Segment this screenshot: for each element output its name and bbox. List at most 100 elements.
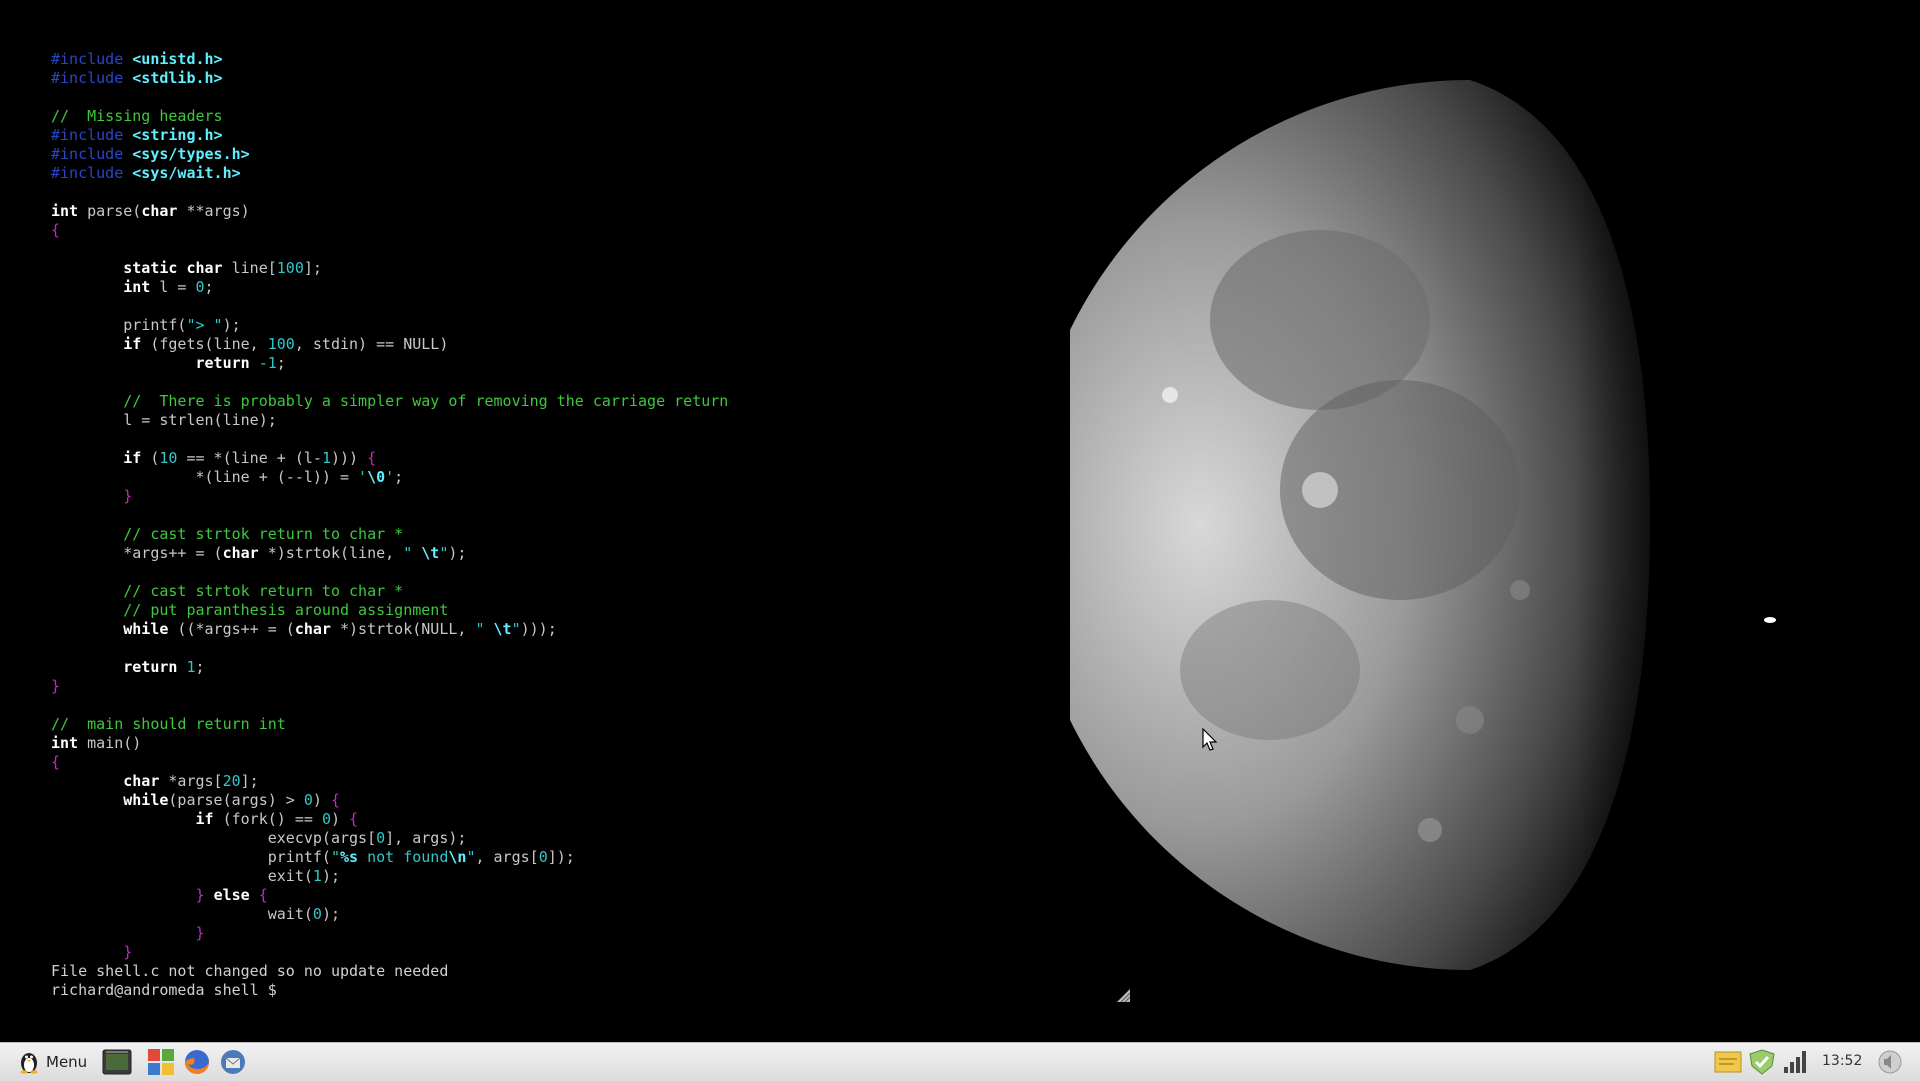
code-token: 1 (312, 867, 322, 885)
code-token: #include (51, 69, 133, 87)
terminal-line: // Missing headers (51, 107, 1051, 126)
menu-button[interactable]: Menu (18, 1048, 87, 1076)
update-manager-icon[interactable] (1748, 1049, 1776, 1075)
code-token: ); (222, 316, 241, 334)
terminal-line: printf("> "); (51, 316, 1051, 335)
code-token: { (51, 753, 61, 771)
terminal-line: if (fgets(line, 100, stdin) == NULL) (51, 335, 1051, 354)
code-token: ; (204, 278, 214, 296)
terminal-window[interactable]: #include <unistd.h> #include <stdlib.h>//… (51, 50, 1051, 1000)
desktop: #include <unistd.h> #include <stdlib.h>//… (0, 0, 1920, 1042)
code-token: l = (150, 278, 196, 296)
code-token: "> " (186, 316, 223, 334)
code-token: *args[ (159, 772, 223, 790)
terminal-line: *(line + (--l)) = '\0'; (51, 468, 1051, 487)
code-token: else (213, 886, 250, 904)
code-token: *)strtok(NULL, (330, 620, 476, 638)
penguin-icon (20, 1053, 38, 1074)
code-token: #include (51, 145, 133, 163)
code-token: 100 (267, 335, 295, 353)
terminal-line: #include <sys/wait.h> (51, 164, 1051, 183)
code-token: { (258, 886, 268, 904)
code-token: 1 (186, 658, 196, 676)
code-token: char (141, 202, 178, 220)
code-token: { (349, 810, 359, 828)
code-token: if (123, 335, 142, 353)
menu-label: Menu (46, 1053, 88, 1071)
code-token: } (123, 487, 133, 505)
network-signal-icon[interactable] (1782, 1049, 1810, 1075)
code-token: int (123, 278, 151, 296)
terminal-line: if (fork() == 0) { (51, 810, 1051, 829)
code-token: // put paranthesis around assignment (123, 601, 449, 619)
code-token: <sys/wait.h> (132, 164, 241, 182)
terminal-line: } (51, 924, 1051, 943)
code-token: int (51, 202, 79, 220)
code-token: \n (448, 848, 467, 866)
code-token: \t (493, 620, 512, 638)
code-token: wait( (51, 905, 313, 923)
terminal-line: if (10 == *(line + (l-1))) { (51, 449, 1051, 468)
code-token: ; (195, 658, 205, 676)
code-token: #include (51, 164, 133, 182)
code-token: 0 (195, 278, 205, 296)
terminal-line: // There is probably a simpler way of re… (51, 392, 1051, 411)
software-manager-icon[interactable] (146, 1048, 176, 1076)
terminal-icon[interactable] (102, 1048, 132, 1076)
code-token: 20 (222, 772, 241, 790)
sound-icon[interactable] (1876, 1049, 1904, 1075)
code-token: // main should return int (51, 715, 286, 733)
code-token: File shell.c not changed so no update ne… (51, 962, 449, 980)
firefox-icon[interactable] (182, 1048, 212, 1076)
code-token: , args[ (475, 848, 539, 866)
code-token: #include (51, 50, 133, 68)
code-token: ); (321, 867, 340, 885)
code-token: char (222, 544, 259, 562)
terminal-line: wait(0); (51, 905, 1051, 924)
clock[interactable]: 13:52 (1822, 1053, 1862, 1069)
terminal-line: exit(1); (51, 867, 1051, 886)
code-token: printf( (51, 316, 187, 334)
code-token: } (195, 924, 205, 942)
code-token: *)strtok(line, (258, 544, 404, 562)
code-token: richard@andromeda shell $ (51, 981, 286, 999)
code-token: ); (321, 905, 340, 923)
terminal-line: File shell.c not changed so no update ne… (51, 962, 1051, 981)
terminal-line: static char line[100]; (51, 259, 1051, 278)
thunderbird-icon[interactable] (218, 1048, 248, 1076)
code-token: int (51, 734, 79, 752)
resize-grip-icon[interactable] (1115, 987, 1131, 1003)
code-token: line[ (222, 259, 277, 277)
code-token: 1 (321, 449, 331, 467)
code-token: if (123, 449, 142, 467)
terminal-line: richard@andromeda shell $ (51, 981, 1051, 1000)
code-token: // cast strtok return to char * (123, 525, 404, 543)
notes-icon[interactable] (1714, 1049, 1742, 1075)
code-token: return (123, 658, 178, 676)
code-token: // Missing headers (51, 107, 223, 125)
code-token: { (51, 221, 61, 239)
mouse-pointer-icon (1202, 728, 1218, 751)
code-token: *args++ = ( (51, 544, 223, 562)
code-token: 0 (538, 848, 548, 866)
code-token: %s (340, 848, 359, 866)
code-token: } (51, 677, 61, 695)
terminal-line: l = strlen(line); (51, 411, 1051, 430)
code-token: <string.h> (132, 126, 223, 144)
code-token: } (195, 886, 205, 904)
